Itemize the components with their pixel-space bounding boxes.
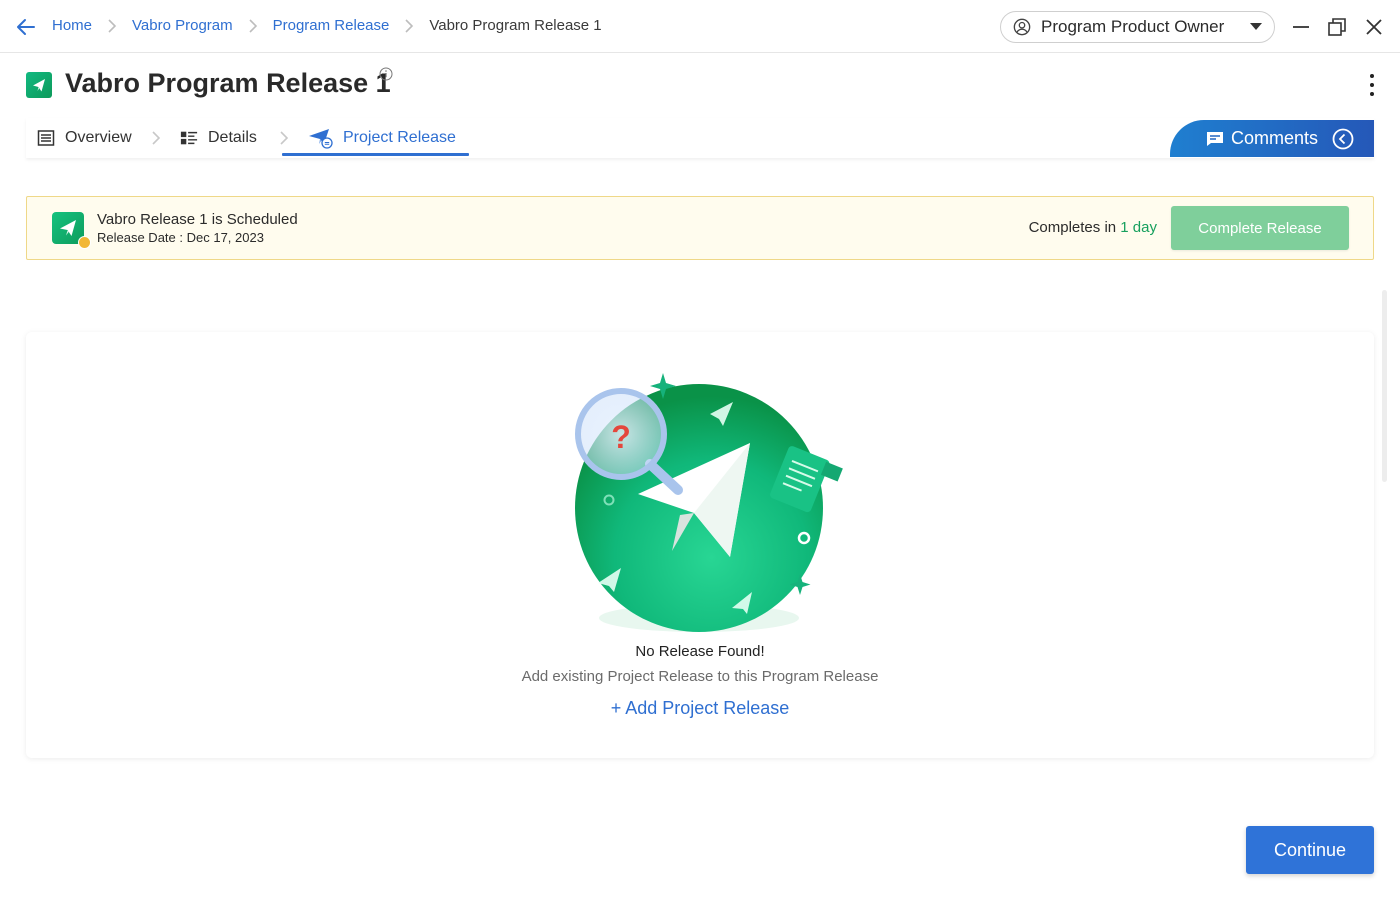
comment-icon — [1207, 131, 1223, 146]
svg-text:?: ? — [611, 419, 631, 455]
chevron-right-icon — [92, 17, 132, 34]
minimize-icon[interactable] — [1289, 15, 1313, 39]
comments-label: Comments — [1231, 128, 1319, 148]
comments-button[interactable]: Comments — [1170, 120, 1374, 157]
more-options-icon[interactable] — [1360, 72, 1384, 98]
chevron-right-icon — [389, 17, 429, 34]
no-release-illustration: ? — [575, 373, 843, 632]
info-icon[interactable] — [379, 67, 393, 81]
breadcrumb-vabro-program[interactable]: Vabro Program — [132, 17, 233, 34]
close-icon[interactable] — [1362, 15, 1386, 39]
active-tab-indicator — [282, 153, 469, 156]
top-bar: Home Vabro Program Program Release Vabro… — [0, 0, 1400, 53]
release-status-banner: Vabro Release 1 is Scheduled Release Dat… — [26, 196, 1374, 260]
clock-icon — [78, 236, 91, 249]
chevron-right-icon — [233, 17, 273, 34]
add-project-release-link[interactable]: + Add Project Release — [26, 698, 1374, 719]
tab-details[interactable]: Details — [180, 118, 257, 158]
completes-prefix: Completes in — [1028, 219, 1117, 236]
empty-state-title: No Release Found! — [635, 643, 765, 660]
completes-in: Completes in 1 day — [1029, 219, 1157, 236]
tab-label: Details — [208, 129, 257, 146]
empty-state-card: ? No Release Found! Add existing Project… — [26, 332, 1374, 758]
continue-button[interactable]: Continue — [1246, 826, 1374, 874]
list-icon — [37, 130, 55, 146]
complete-release-button[interactable]: Complete Release — [1171, 206, 1349, 250]
tab-label: Overview — [65, 129, 132, 146]
role-label: Program Product Owner — [1041, 17, 1225, 36]
chevron-right-icon — [152, 131, 161, 145]
banner-title: Vabro Release 1 is Scheduled — [97, 211, 298, 228]
tab-label: Project Release — [343, 129, 456, 146]
details-icon — [180, 131, 198, 145]
page-title: Vabro Program Release 1 — [65, 68, 391, 98]
chevron-right-icon — [280, 131, 289, 145]
caret-down-icon — [1250, 23, 1262, 30]
user-circle-icon — [1013, 18, 1031, 36]
empty-state-subtitle: Add existing Project Release to this Pro… — [521, 668, 879, 685]
breadcrumb-program-release[interactable]: Program Release — [273, 17, 390, 34]
release-plane-icon — [309, 129, 333, 149]
tab-project-release[interactable]: Project Release — [308, 118, 456, 158]
tab-overview[interactable]: Overview — [37, 118, 132, 158]
chevron-left-circle-icon[interactable] — [1332, 128, 1354, 150]
breadcrumb-home[interactable]: Home — [52, 17, 92, 34]
back-arrow-icon[interactable] — [14, 15, 38, 39]
restore-window-icon[interactable] — [1325, 15, 1349, 39]
release-date: Release Date : Dec 17, 2023 — [97, 230, 264, 245]
role-dropdown[interactable]: Program Product Owner — [1000, 11, 1275, 43]
scrollbar[interactable] — [1382, 290, 1387, 482]
release-plane-icon — [26, 72, 52, 98]
breadcrumb: Home Vabro Program Program Release Vabro… — [52, 17, 602, 34]
completes-days: 1 day — [1120, 219, 1157, 236]
breadcrumb-current: Vabro Program Release 1 — [429, 17, 602, 34]
